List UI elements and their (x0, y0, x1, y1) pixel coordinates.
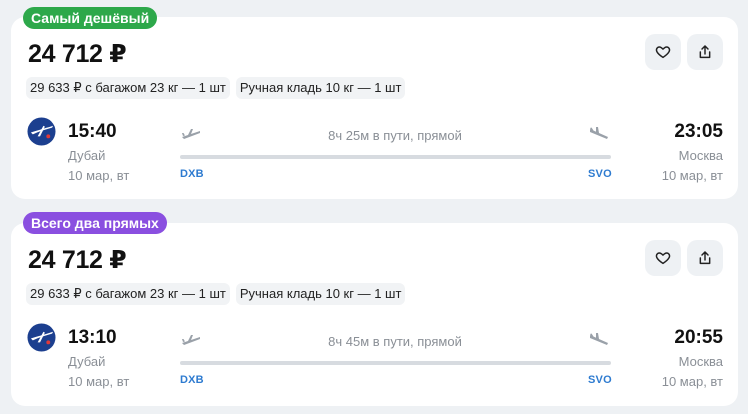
arrival-time: 20:55 (674, 327, 723, 348)
luggage-options: 29 633 ₽ с багажом 23 кг — 1 шт Ручная к… (26, 77, 406, 99)
route-line (180, 361, 611, 365)
offer-actions (645, 34, 723, 70)
arrival-city: Москва (678, 354, 723, 369)
arrival-date: 10 мар, вт (661, 168, 723, 183)
departure-date: 10 мар, вт (68, 374, 130, 389)
hand-luggage-chip[interactable]: Ручная кладь 10 кг — 1 шт (235, 77, 406, 99)
departure-city: Дубай (68, 148, 106, 163)
heart-icon (655, 46, 671, 59)
departure-airport-code: DXB (180, 168, 204, 180)
departure-time: 13:10 (68, 327, 117, 348)
airline-logo (27, 323, 56, 352)
baggage-chip[interactable]: 29 633 ₽ с багажом 23 кг — 1 шт (26, 77, 230, 99)
flight-offer-card[interactable]: 24 712 ₽ 29 633 ₽ с багажом 23 кг — 1 шт… (11, 17, 738, 199)
airline-logo (27, 117, 56, 146)
plane-landing-icon (590, 333, 608, 345)
arrival-time: 23:05 (674, 121, 723, 142)
heart-icon (655, 252, 671, 265)
offer-badge-cheapest: Самый дешёвый (23, 7, 158, 29)
flight-duration: 8ч 45м в пути, прямой (328, 334, 462, 349)
share-icon (699, 45, 711, 59)
flight-duration: 8ч 25м в пути, прямой (328, 128, 462, 143)
arrival-airport-code: SVO (588, 168, 612, 180)
departure-city: Дубай (68, 354, 106, 369)
arrival-city: Москва (678, 148, 723, 163)
arrival-airport-code: SVO (588, 374, 612, 386)
arrival-date: 10 мар, вт (661, 374, 723, 389)
departure-time: 15:40 (68, 121, 117, 142)
share-button[interactable] (687, 34, 723, 70)
offer-actions (645, 240, 723, 276)
share-icon (699, 251, 711, 265)
offer-badge-two-direct: Всего два прямых (23, 212, 167, 234)
favorite-button[interactable] (645, 34, 681, 70)
share-button[interactable] (687, 240, 723, 276)
hand-luggage-chip[interactable]: Ручная кладь 10 кг — 1 шт (235, 283, 406, 305)
offer-price: 24 712 ₽ (28, 246, 127, 274)
route-line (180, 155, 611, 159)
baggage-chip[interactable]: 29 633 ₽ с багажом 23 кг — 1 шт (26, 283, 230, 305)
departure-airport-code: DXB (180, 374, 204, 386)
flight-offer-card[interactable]: 24 712 ₽ 29 633 ₽ с багажом 23 кг — 1 шт… (11, 223, 738, 406)
luggage-options: 29 633 ₽ с багажом 23 кг — 1 шт Ручная к… (26, 283, 406, 305)
departure-date: 10 мар, вт (68, 168, 130, 183)
offer-price: 24 712 ₽ (28, 40, 127, 68)
favorite-button[interactable] (645, 240, 681, 276)
plane-landing-icon (590, 127, 608, 139)
